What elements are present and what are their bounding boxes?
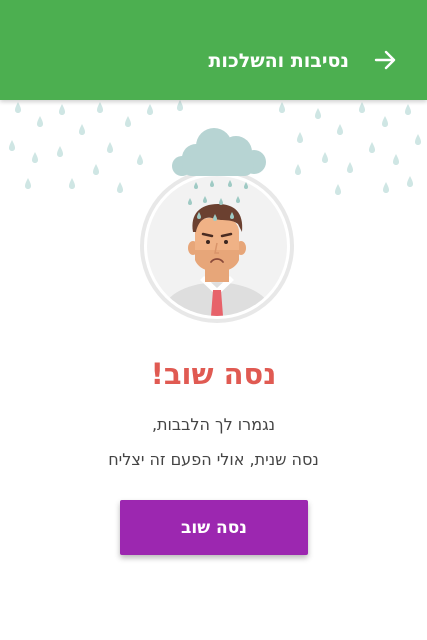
result-title: נסה שוב! [150, 357, 277, 391]
back-button[interactable] [365, 40, 405, 80]
app-bar: נסיבות והשלכות [0, 0, 427, 100]
arrow-back-icon [374, 50, 396, 70]
sad-man-illustration [140, 128, 294, 323]
sad-man-avatar [140, 169, 294, 323]
message-line-retry: נסה שנית, אולי הפעם זה יצליח [108, 450, 319, 469]
page-title: נסיבות והשלכות [208, 50, 349, 72]
rain-cloud-icon [172, 128, 266, 176]
retry-button[interactable]: נסה שוב [120, 500, 308, 555]
message-line-hearts: נגמרו לך הלבבות, [151, 415, 276, 434]
